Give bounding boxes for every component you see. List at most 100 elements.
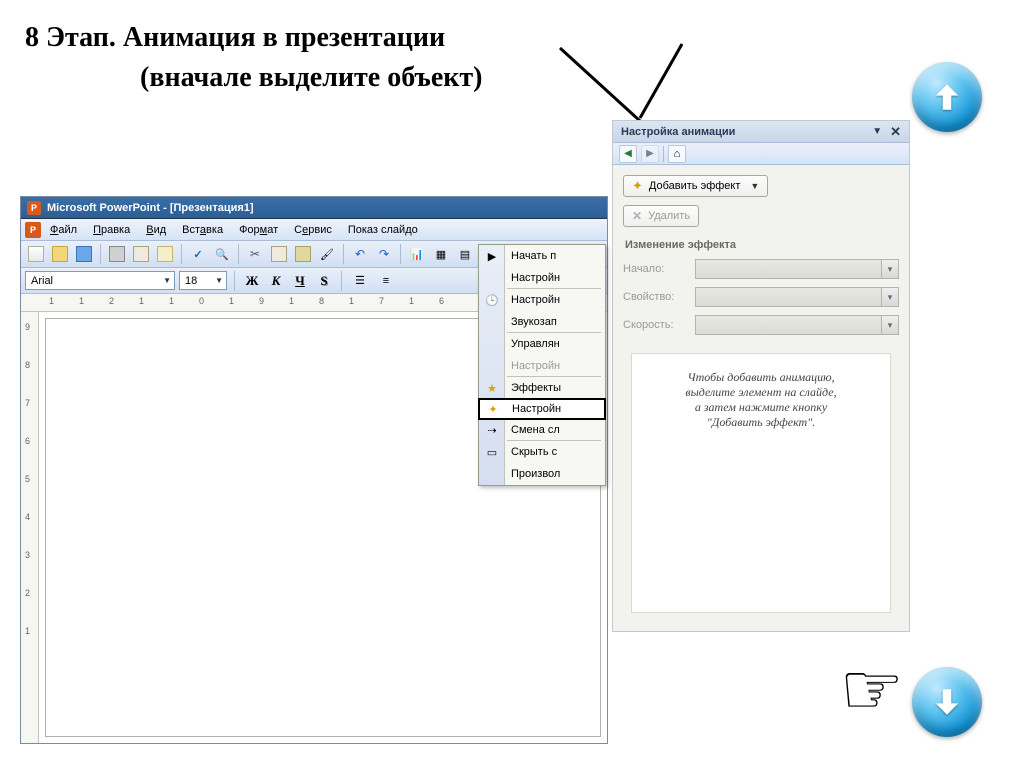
- property-label: Свойство:: [623, 291, 695, 303]
- menu-item-setup[interactable]: Настройн: [479, 267, 605, 289]
- menu-item-label: Управлян: [511, 338, 560, 350]
- menu-item-hide-slide[interactable]: ▭ Скрыть с: [479, 441, 605, 463]
- app-small-icon: P: [25, 222, 41, 238]
- property-row: Свойство: ▾: [623, 287, 899, 307]
- redo-button[interactable]: ↷: [373, 243, 395, 265]
- back-icon: ◀: [624, 148, 632, 159]
- font-name-combo[interactable]: Arial▼: [25, 271, 175, 290]
- copy-button[interactable]: [268, 243, 290, 265]
- open-button[interactable]: [49, 243, 71, 265]
- menu-item-record[interactable]: Звукозап: [479, 311, 605, 333]
- chevron-down-icon: ▼: [157, 276, 171, 285]
- pane-close-button[interactable]: ✕: [890, 124, 901, 140]
- menu-item-effects[interactable]: ★Эффекты: [479, 377, 605, 399]
- star-icon: ★: [484, 380, 500, 396]
- nav-up-button[interactable]: [912, 62, 982, 132]
- mail-button[interactable]: [154, 243, 176, 265]
- pane-menu-button[interactable]: ▼: [872, 126, 882, 137]
- menu-item-rehearse[interactable]: 🕒Настройн: [479, 289, 605, 311]
- menu-item-action-buttons[interactable]: Управлян: [479, 333, 605, 355]
- hide-icon: ▭: [484, 444, 500, 460]
- spellcheck-icon: ✓: [193, 248, 202, 261]
- slide-heading: 8 Этап. Анимация в презентации: [25, 22, 445, 54]
- menu-item-label: Настройн: [511, 294, 560, 306]
- slide-subheading: (вначале выделите объект): [140, 62, 483, 94]
- add-effect-label: Добавить эффект: [649, 180, 740, 192]
- arrow-up-icon: [930, 80, 964, 114]
- pointing-hand-icon: ☞: [839, 647, 904, 731]
- insert-table-button[interactable]: ▦: [430, 243, 452, 265]
- cut-button[interactable]: ✂: [244, 243, 266, 265]
- menu-item-custom-shows[interactable]: Произвол: [479, 463, 605, 485]
- animation-task-pane: Настройка анимации ▼ ✕ ◀ ▶ ⌂ ✦ Добавить …: [612, 120, 910, 632]
- speed-select[interactable]: ▾: [695, 315, 899, 335]
- paste-button[interactable]: [292, 243, 314, 265]
- shadow-button[interactable]: S: [314, 271, 334, 291]
- menu-item-label: Настройн: [511, 272, 560, 284]
- menu-view[interactable]: Вид: [139, 221, 173, 239]
- menu-edit[interactable]: Правка: [86, 221, 137, 239]
- format-button[interactable]: ▤: [454, 243, 476, 265]
- undo-button[interactable]: ↶: [349, 243, 371, 265]
- hint-line: а затем нажмите кнопку: [646, 400, 876, 415]
- insert-chart-button[interactable]: 📊: [406, 243, 428, 265]
- format-painter-icon: 🖌: [320, 248, 334, 261]
- forward-icon: ▶: [646, 148, 654, 159]
- menu-file[interactable]: Файл: [43, 221, 84, 239]
- menu-insert[interactable]: Вставка: [175, 221, 230, 239]
- underline-button[interactable]: Ч: [290, 271, 310, 291]
- window-title-bar: P Microsoft PowerPoint - [Презентация1]: [21, 197, 607, 219]
- menu-tools[interactable]: Сервис: [287, 221, 339, 239]
- align-center-button[interactable]: ≡: [375, 270, 397, 292]
- menu-item-custom-animation[interactable]: ✦Настройн: [478, 398, 606, 420]
- menu-item-transition[interactable]: ⇢Смена сл: [479, 419, 605, 441]
- open-icon: [52, 246, 68, 262]
- transition-icon: ⇢: [484, 422, 500, 438]
- x-icon: ✕: [632, 209, 642, 223]
- add-effect-button[interactable]: ✦ Добавить эффект ▼: [623, 175, 768, 197]
- menu-slideshow[interactable]: Показ слайдо: [341, 221, 425, 239]
- mail-icon: [157, 246, 173, 262]
- menu-format[interactable]: Формат: [232, 221, 285, 239]
- property-select[interactable]: ▾: [695, 287, 899, 307]
- start-label: Начало:: [623, 263, 695, 275]
- format-painter-button[interactable]: 🖌: [316, 243, 338, 265]
- hint-box: Чтобы добавить анимацию, выделите элемен…: [631, 353, 891, 613]
- nav-forward-button[interactable]: ▶: [641, 145, 659, 163]
- star-icon: ✦: [632, 178, 643, 194]
- chevron-down-icon: ▾: [881, 260, 898, 278]
- separator: [341, 271, 342, 291]
- spellcheck-button[interactable]: ✓: [187, 243, 209, 265]
- menu-item-label: Начать п: [511, 250, 556, 262]
- separator: [343, 244, 344, 264]
- start-select[interactable]: ▾: [695, 259, 899, 279]
- nav-home-button[interactable]: ⌂: [668, 145, 686, 163]
- menu-item-label: Скрыть с: [511, 446, 557, 458]
- hint-line: Чтобы добавить анимацию,: [646, 370, 876, 385]
- nav-back-button[interactable]: ◀: [619, 145, 637, 163]
- bold-button[interactable]: Ж: [242, 271, 262, 291]
- menu-item-start[interactable]: ▶Начать п: [479, 245, 605, 267]
- font-size-combo[interactable]: 18▼: [179, 271, 227, 290]
- print-button[interactable]: [106, 243, 128, 265]
- align-left-button[interactable]: ☰: [349, 270, 371, 292]
- menu-item-label: Произвол: [511, 468, 560, 480]
- section-label: Изменение эффекта: [625, 239, 899, 251]
- menu-bar: P Файл Правка Вид Вставка Формат Сервис …: [21, 219, 607, 241]
- save-button[interactable]: [73, 243, 95, 265]
- separator: [100, 244, 101, 264]
- print-preview-button[interactable]: [130, 243, 152, 265]
- nav-down-button[interactable]: [912, 667, 982, 737]
- research-icon: 🔍: [215, 248, 229, 261]
- annotation-arrow-2: [632, 40, 692, 130]
- italic-button[interactable]: К: [266, 271, 286, 291]
- cut-icon: ✂: [247, 246, 263, 262]
- save-icon: [76, 246, 92, 262]
- new-button[interactable]: [25, 243, 47, 265]
- vertical-ruler: 9 8 7 6 5 4 3 2 1: [21, 312, 39, 743]
- print-icon: [109, 246, 125, 262]
- research-button[interactable]: 🔍: [211, 243, 233, 265]
- chevron-down-icon: ▾: [881, 316, 898, 334]
- separator: [238, 244, 239, 264]
- hint-line: выделите элемент на слайде,: [646, 385, 876, 400]
